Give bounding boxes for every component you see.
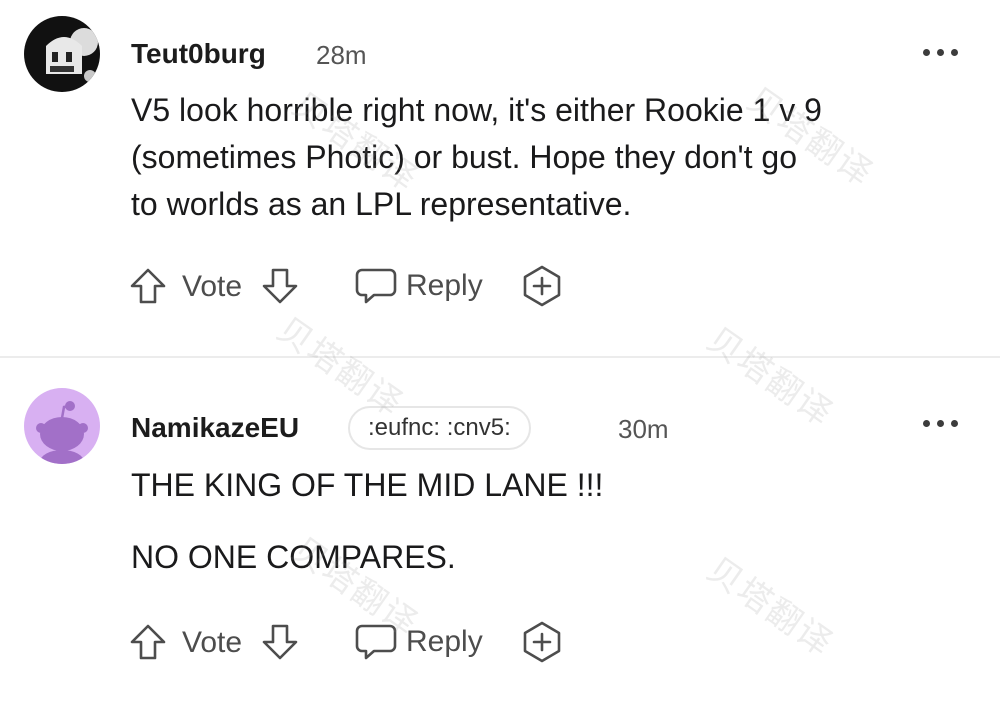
comment-body: V5 look horrible right now, it's either … bbox=[131, 87, 822, 228]
comment-line: V5 look horrible right now, it's either … bbox=[131, 92, 822, 128]
upvote-icon bbox=[130, 268, 166, 304]
username[interactable]: Teut0burg bbox=[131, 38, 266, 70]
reply-label: Reply bbox=[406, 269, 483, 302]
upvote-button[interactable] bbox=[128, 266, 168, 306]
reply-button[interactable]: Reply bbox=[354, 266, 483, 306]
comment-actions: Vote Reply bbox=[128, 618, 578, 668]
comment-2: NamikazeEU :eufnc: :cnv5: 30m THE KING O… bbox=[0, 358, 1000, 703]
timestamp: 28m bbox=[316, 40, 367, 70]
vote-label: Vote bbox=[182, 270, 243, 303]
comment-actions: Vote Reply bbox=[128, 262, 578, 312]
upvote-icon bbox=[130, 624, 166, 660]
avatar-image bbox=[24, 16, 100, 92]
award-button[interactable] bbox=[520, 620, 564, 664]
comment-line: (sometimes Photic) or bust. Hope they do… bbox=[131, 139, 797, 175]
plus-circle-icon bbox=[523, 621, 561, 663]
comment-1: Teut0burg 28m V5 look horrible right now… bbox=[0, 0, 1000, 356]
user-avatar[interactable] bbox=[24, 16, 100, 92]
upvote-button[interactable] bbox=[128, 622, 168, 662]
downvote-button[interactable] bbox=[260, 622, 300, 662]
reply-label: Reply bbox=[406, 625, 483, 658]
downvote-button[interactable] bbox=[260, 266, 300, 306]
reply-button[interactable]: Reply bbox=[354, 622, 483, 662]
more-options-button[interactable] bbox=[921, 45, 961, 59]
comment-body: THE KING OF THE MID LANE !!! NO ONE COMP… bbox=[131, 462, 603, 581]
comment-line: THE KING OF THE MID LANE !!! bbox=[131, 467, 604, 503]
speech-bubble-icon bbox=[355, 268, 397, 304]
plus-circle-icon bbox=[523, 265, 561, 307]
downvote-icon bbox=[262, 268, 298, 304]
more-dots-icon bbox=[923, 49, 930, 56]
comment-line: to worlds as an LPL representative. bbox=[131, 186, 632, 222]
username[interactable]: NamikazeEU bbox=[131, 412, 299, 444]
user-avatar[interactable] bbox=[24, 388, 100, 464]
user-flair: :eufnc: :cnv5: bbox=[348, 406, 531, 450]
more-dots-icon bbox=[923, 420, 930, 427]
downvote-icon bbox=[262, 624, 298, 660]
comment-line: NO ONE COMPARES. bbox=[131, 539, 456, 575]
more-options-button[interactable] bbox=[921, 416, 961, 430]
vote-label: Vote bbox=[182, 626, 243, 659]
timestamp: 30m bbox=[618, 414, 669, 444]
award-button[interactable] bbox=[520, 264, 564, 308]
snoo-avatar-icon bbox=[24, 388, 100, 464]
speech-bubble-icon bbox=[355, 624, 397, 660]
